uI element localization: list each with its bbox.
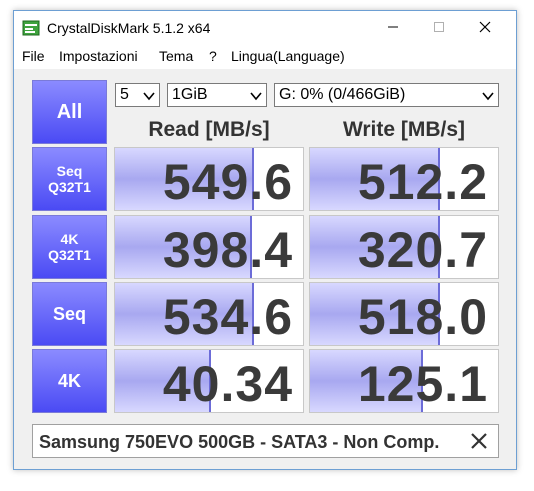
row-label-line2: Q32T1: [48, 179, 91, 195]
menu-help[interactable]: ?: [209, 48, 217, 64]
close-icon: [479, 21, 491, 33]
test-count-value: 5: [120, 86, 129, 103]
seq-write-value: 518.0: [357, 289, 488, 345]
maximize-icon: [434, 22, 444, 32]
window-title: CrystalDiskMark 5.1.2 x64: [47, 20, 211, 36]
seq-q32t1-read-cell: 549.6: [114, 147, 304, 211]
row-label-line1: Seq: [56, 163, 83, 179]
maximize-button[interactable]: [416, 11, 462, 43]
comment-text: Samsung 750EVO 500GB - SATA3 - Non Comp.: [39, 432, 440, 452]
run-all-button[interactable]: All: [32, 80, 107, 144]
test-count-select[interactable]: 5: [115, 83, 160, 107]
minimize-button[interactable]: [370, 11, 416, 43]
write-header: Write [MB/s]: [342, 118, 466, 141]
drive-value: G: 0% (0/466GiB): [279, 86, 406, 103]
menu-language[interactable]: Lingua(Language): [231, 48, 345, 64]
comment-field[interactable]: Samsung 750EVO 500GB - SATA3 - Non Comp.: [32, 424, 499, 458]
seq-q32t1-write-value: 512.2: [357, 154, 488, 210]
4k-q32t1-write-value: 320.7: [357, 222, 488, 278]
close-button[interactable]: [462, 11, 508, 43]
seq-button[interactable]: Seq: [32, 282, 107, 346]
menu-bar: File Impostazioni Tema ? Lingua(Language…: [14, 45, 516, 69]
seq-read-cell: 534.6: [114, 282, 304, 346]
seq-read-value: 534.6: [162, 289, 293, 345]
4k-read-value: 40.34: [162, 356, 293, 412]
4k-q32t1-read-value: 398.4: [162, 222, 293, 278]
menu-tema[interactable]: Tema: [159, 48, 193, 64]
minimize-icon: [388, 26, 398, 28]
seq-write-cell: 518.0: [309, 282, 499, 346]
seq-q32t1-write-cell: 512.2: [309, 147, 499, 211]
4k-q32t1-button[interactable]: 4K Q32T1: [32, 215, 107, 279]
chevron-down-icon: [143, 92, 155, 101]
row-label-line2: Q32T1: [48, 247, 91, 263]
read-header: Read [MB/s]: [148, 118, 270, 141]
menu-impostazioni[interactable]: Impostazioni: [59, 48, 138, 64]
4k-q32t1-write-cell: 320.7: [309, 215, 499, 279]
crystaldiskmark-app-icon: [22, 20, 40, 36]
4k-q32t1-read-cell: 398.4: [114, 215, 304, 279]
test-size-value: 1GiB: [172, 86, 208, 103]
seq-q32t1-read-value: 549.6: [162, 154, 293, 210]
4k-write-cell: 125.1: [309, 349, 499, 413]
app-window: CrystalDiskMark 5.1.2 x64 File Impostazi…: [13, 10, 517, 470]
seq-q32t1-button[interactable]: Seq Q32T1: [32, 147, 107, 211]
test-size-select[interactable]: 1GiB: [167, 83, 267, 107]
4k-button[interactable]: 4K: [32, 349, 107, 413]
row-label-line1: 4K: [60, 231, 79, 247]
chevron-down-icon: [250, 92, 262, 101]
4k-read-cell: 40.34: [114, 349, 304, 413]
4k-write-value: 125.1: [357, 356, 488, 412]
clear-comment-icon[interactable]: [468, 430, 490, 452]
drive-select[interactable]: G: 0% (0/466GiB): [274, 83, 499, 107]
chevron-down-icon: [482, 92, 494, 101]
menu-file[interactable]: File: [22, 48, 45, 64]
title-bar[interactable]: CrystalDiskMark 5.1.2 x64: [14, 11, 516, 45]
